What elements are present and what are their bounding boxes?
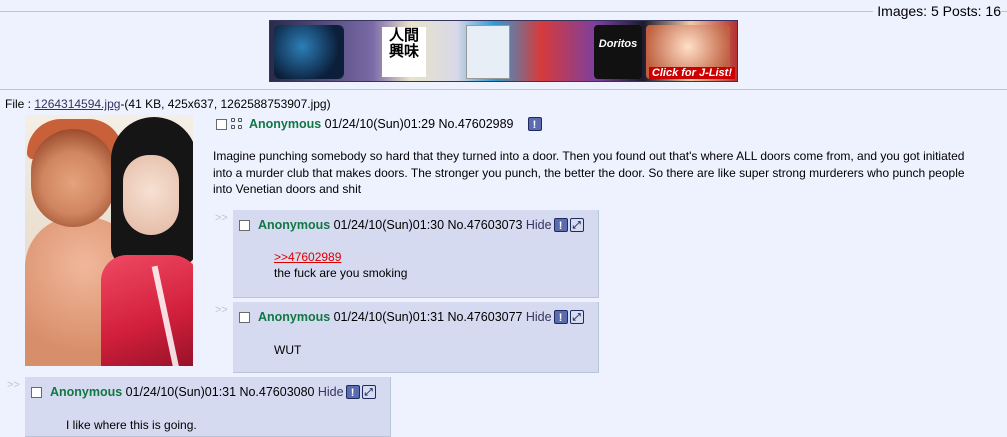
reply-header: Anonymous 01/24/10(Sun)01:30 No.47603073… [239,218,584,232]
op-checkbox[interactable] [216,118,227,130]
reply-text: WUT [274,343,302,357]
banner-art-left [274,25,344,79]
reply-text: the fuck are you smoking [274,266,408,280]
report-icon[interactable]: ! [527,117,542,131]
reply-arrows: >> [215,304,228,316]
reply-date: 01/24/10(Sun)01:30 [333,218,445,232]
reply-body: WUT [274,342,301,358]
banner-box [466,25,510,79]
banner-doritos: Doritos [594,25,642,79]
op-post-header: Anonymous 01/24/10(Sun)01:29 No.47602989… [216,117,542,131]
photo-person-right-jacket [101,255,193,366]
report-icon[interactable]: ! [345,385,360,399]
thread-stats: Images: 5 Posts: 16 [873,3,1001,19]
oekaki-icon [231,117,243,131]
divider [0,89,1007,90]
reply-header: Anonymous 01/24/10(Sun)01:31 No.47603080… [31,385,376,399]
photo-person-right-face [123,155,179,235]
op-post-number[interactable]: No.47602989 [438,117,513,131]
file-info: File : 1264314594.jpg-(41 KB, 425x637, 1… [5,97,331,111]
reply-date: 01/24/10(Sun)01:31 [125,385,237,399]
hide-link[interactable]: Hide [526,310,552,324]
hide-link[interactable]: Hide [318,385,344,399]
reply-poster-name: Anonymous [50,385,123,399]
banner-cta[interactable]: Click for J-List! [648,67,735,79]
reply-checkbox[interactable] [31,386,42,398]
file-prefix: File : [5,97,35,111]
quote-link[interactable]: >>47602989 [274,249,407,265]
top-divider [0,11,1007,12]
expand-icon[interactable]: ⤢ [569,310,584,324]
expand-icon[interactable]: ⤢ [569,218,584,232]
reply-body: >>47602989 the fuck are you smoking [274,249,407,281]
reply-post-47603080: Anonymous 01/24/10(Sun)01:31 No.47603080… [25,377,391,437]
file-details: -(41 KB, 425x637, 1262588753907.jpg) [120,97,331,111]
banner-text-jp: 人間興味 [382,27,426,77]
reply-post-number[interactable]: No.47603077 [447,310,522,324]
op-image-thumbnail[interactable] [25,115,193,366]
hide-link[interactable]: Hide [526,218,552,232]
reply-checkbox[interactable] [239,219,250,231]
reply-arrows: >> [7,379,20,391]
reply-poster-name: Anonymous [258,218,331,232]
photo-person-left-face [31,129,115,227]
reply-text: I like where this is going. [66,418,197,432]
reply-date: 01/24/10(Sun)01:31 [333,310,445,324]
op-date: 01/24/10(Sun)01:29 [324,117,436,131]
report-icon[interactable]: ! [553,310,568,324]
expand-icon[interactable]: ⤢ [361,385,376,399]
reply-post-47603073: Anonymous 01/24/10(Sun)01:30 No.47603073… [233,210,599,298]
reply-post-47603077: Anonymous 01/24/10(Sun)01:31 No.47603077… [233,302,599,373]
reply-body: I like where this is going. [66,417,197,433]
reply-arrows: >> [215,212,228,224]
reply-header: Anonymous 01/24/10(Sun)01:31 No.47603077… [239,310,584,324]
op-poster-name: Anonymous [249,117,322,131]
report-icon[interactable]: ! [553,218,568,232]
reply-post-number[interactable]: No.47603073 [447,218,522,232]
reply-checkbox[interactable] [239,311,250,323]
op-comment: Imagine punching somebody so hard that t… [213,149,965,196]
reply-poster-name: Anonymous [258,310,331,324]
ad-banner[interactable]: 人間興味 Doritos Click for J-List! [269,20,738,82]
reply-post-number[interactable]: No.47603080 [239,385,314,399]
file-link[interactable]: 1264314594.jpg [34,97,120,111]
